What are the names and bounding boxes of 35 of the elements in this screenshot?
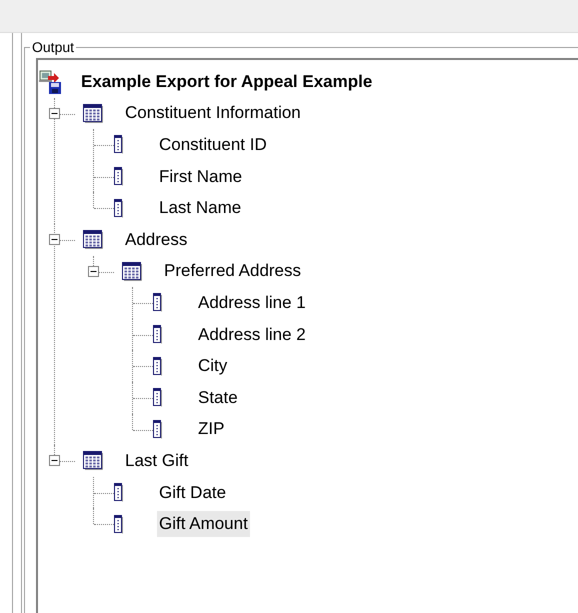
tree-item[interactable]: ZIP [196,416,226,442]
export-icon [39,70,63,94]
collapse-icon[interactable] [49,108,60,119]
field-icon [114,198,123,218]
tree-item[interactable]: First Name [157,164,244,190]
tree-item[interactable]: Last Name [157,195,244,222]
table-icon [83,230,103,250]
collapse-icon[interactable] [88,266,99,277]
tree-item[interactable]: Last Gift [123,448,190,474]
tree-item[interactable]: Constituent Information [123,100,303,126]
tree-item[interactable]: State [196,384,240,411]
tree-root-item[interactable]: Example Export for Appeal Example [79,68,374,95]
group-box-label: Output [30,39,76,55]
field-icon [153,325,162,344]
field-icon [114,167,123,186]
tree-item[interactable]: Gift Date [157,480,228,506]
tree-item[interactable]: Address [123,226,190,253]
field-icon [114,514,123,534]
field-icon [114,483,123,502]
field-icon [153,388,162,408]
field-icon [153,356,162,376]
collapse-icon[interactable] [49,455,60,466]
table-icon [122,262,142,281]
tree-item[interactable]: Constituent ID [157,132,269,158]
field-icon [153,420,162,439]
tree-item[interactable]: Gift Amount [157,511,250,538]
tree-item[interactable]: Address line 1 [196,290,308,316]
tree-item[interactable]: Preferred Address [162,258,304,284]
tree-item[interactable]: Address line 2 [196,322,308,348]
table-icon [83,451,103,470]
tree-item[interactable]: City [196,353,230,380]
field-icon [114,135,123,154]
collapse-icon[interactable] [49,234,60,246]
table-icon [83,104,103,123]
field-icon [153,293,162,312]
